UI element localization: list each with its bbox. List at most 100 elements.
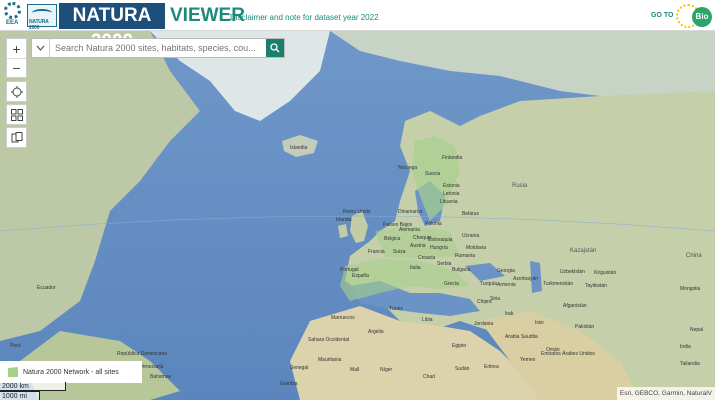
map-label-kirguistan: Kirguistán	[594, 270, 617, 276]
goto-label: GO TO	[651, 12, 674, 19]
map-label-reino-unido: Reino Unido	[343, 209, 371, 215]
locate-button[interactable]	[6, 81, 27, 102]
map-label-jordania: Jordania	[474, 321, 494, 327]
layer-swap-button[interactable]	[6, 127, 27, 148]
map-label-moldavia: Moldavia	[466, 245, 487, 251]
map-label-iran: Irán	[535, 320, 544, 326]
map-label-eritrea: Eritrea	[484, 364, 499, 370]
map-label-sahara: Sahara Occidental	[308, 337, 350, 343]
map-label-arabia: Arabia Saudita	[505, 334, 538, 340]
map-label-belgica: Bélgica	[384, 236, 401, 242]
natura-2000-logo[interactable]: NATURA 2000	[27, 4, 57, 31]
map-label-senegal: Senegal	[290, 365, 309, 371]
basemap-svg	[0, 31, 715, 400]
scale-mi: 1000 mi	[0, 391, 40, 400]
zoom-control: + −	[6, 38, 27, 78]
map-label-estonia: Estonia	[443, 183, 460, 189]
search-icon	[270, 43, 280, 53]
map-label-china: China	[686, 253, 702, 259]
legend: Natura 2000 Network - all sites	[0, 361, 142, 383]
map-label-eslovaquia: Eslovaquia	[428, 237, 453, 243]
map-label-lituania: Lituania	[440, 199, 458, 205]
map-label-grecia: Grecia	[444, 281, 459, 287]
map-label-portugal: Portugal	[340, 267, 359, 273]
legend-swatch	[8, 367, 18, 377]
map-label-mali: Malí	[350, 367, 360, 373]
map-label-sudan: Sudán	[455, 366, 470, 372]
chevron-down-icon	[36, 45, 45, 51]
zoom-out-button[interactable]: −	[7, 58, 26, 77]
map-label-afganistan: Afganistán	[563, 303, 587, 309]
map-label-mauritania: Mauritania	[318, 357, 342, 363]
legend-label: Natura 2000 Network - all sites	[23, 368, 119, 376]
map-label-libia: Libia	[422, 317, 433, 323]
map-label-armenia: Armenia	[497, 282, 516, 288]
map-label-mongolia: Mongolia	[680, 286, 701, 292]
natura-logo-text: NATURA 2000	[29, 19, 49, 31]
bio-label: Bio	[692, 7, 712, 27]
map-label-argelia: Argelia	[368, 329, 384, 335]
map-label-egipto: Egipto	[452, 343, 467, 349]
map-label-tayikistan: Tayikistán	[585, 283, 607, 289]
map-attribution[interactable]: Esri, GEBCO, Garmin, NaturalV	[616, 387, 715, 400]
map-label-espana: España	[352, 273, 369, 279]
map-label-francia: Francia	[368, 249, 385, 255]
layers-icon	[11, 131, 22, 142]
search-source-dropdown[interactable]	[32, 39, 50, 57]
map-label-ecuador: Ecuador	[37, 285, 56, 291]
bird-icon	[32, 9, 52, 17]
map-label-venezuela: Venezuela	[140, 364, 164, 370]
map-label-republica: República Dominicana	[117, 351, 168, 357]
app-header: EEA NATURA 2000 NATURA 2000 VIEWER Discl…	[0, 0, 715, 52]
eea-logo-ring-icon	[4, 2, 21, 19]
map-label-yemen: Yemen	[520, 357, 536, 363]
map-label-peru: Perú	[10, 343, 21, 349]
basemap-grid-icon	[10, 108, 23, 121]
map-label-bulgaria: Bulgaria	[452, 267, 471, 273]
map-label-azerbaiyan: Azerbaiyán	[513, 276, 539, 282]
map-label-belarus: Belárus	[462, 211, 479, 217]
map-label-marruecos: Marruecos	[331, 315, 355, 321]
map-label-georgia: Georgia	[497, 268, 515, 274]
app-title: NATURA 2000	[59, 3, 165, 52]
search-bar	[31, 38, 285, 58]
map-label-niger: Níger	[380, 367, 393, 373]
scale-km: 2000 km	[0, 382, 66, 391]
locate-icon	[10, 85, 23, 98]
map-label-irlanda: Irlanda	[336, 217, 352, 223]
map-label-bahamas: Bahamas	[150, 374, 172, 380]
map-label-noruega: Noruega	[398, 165, 418, 171]
map-label-letonia: Letonia	[443, 191, 460, 197]
map-label-polonia: Polonia	[425, 221, 442, 227]
map-view[interactable]: Islandia Noruega Suecia Finlandia Estoni…	[0, 31, 715, 400]
map-label-pakistan: Pakistán	[575, 324, 595, 330]
zoom-in-button[interactable]: +	[7, 39, 26, 58]
map-label-rumania: Rumania	[455, 253, 476, 259]
biodiversity-link-button[interactable]: Bio	[676, 4, 714, 28]
map-label-hungria: Hungría	[430, 245, 448, 251]
map-label-islandia: Islandia	[290, 145, 308, 151]
map-label-turkmenistan: Turkmenistán	[543, 281, 574, 287]
map-label-tunez: Túnez	[389, 306, 403, 312]
map-label-uzbekistan: Uzbekistán	[560, 269, 585, 275]
map-label-suecia: Suecia	[425, 171, 441, 177]
map-label-russia: Rusia	[512, 183, 528, 189]
map-label-italia: Italia	[410, 265, 421, 271]
map-label-chad: Chad	[423, 374, 435, 380]
search-button[interactable]	[266, 39, 284, 57]
map-label-nepal: Nepal	[690, 327, 704, 333]
search-input[interactable]	[50, 39, 266, 57]
map-label-chipre: Chipre	[477, 299, 492, 305]
map-label-tailandia: Tailandia	[680, 361, 700, 367]
map-label-turquia: Turquía	[480, 281, 498, 287]
eea-logo-text: EEA	[6, 20, 19, 26]
map-label-irak: Irak	[505, 311, 514, 317]
map-label-india: India	[680, 344, 691, 350]
disclaimer-link[interactable]: Disclaimer and note for dataset year 202…	[230, 13, 379, 22]
map-label-suiza: Suiza	[393, 249, 406, 255]
eea-logo[interactable]: EEA	[2, 2, 24, 29]
map-label-austria: Austria	[410, 243, 426, 249]
basemap-gallery-button[interactable]	[6, 104, 27, 125]
map-label-emiratos: Emiratos Árabes Unidos	[541, 351, 595, 357]
map-label-serbia: Serbia	[437, 261, 452, 267]
